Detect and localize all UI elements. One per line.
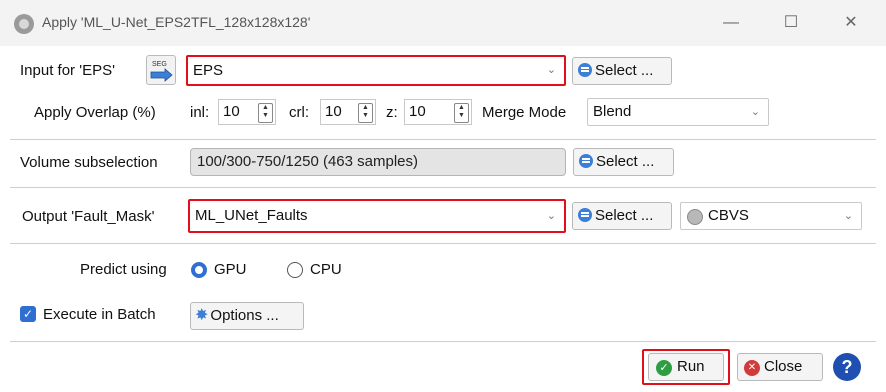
divider (10, 341, 876, 342)
z-value: 10 (409, 103, 426, 120)
options-gear-icon: ✸ (195, 307, 209, 324)
select-icon (578, 208, 592, 223)
seg-arrow-icon[interactable]: SEG (146, 55, 176, 85)
batch-checkbox[interactable]: ✓ (20, 306, 36, 322)
chevron-down-icon: ⌄ (750, 106, 760, 118)
spin-arrows-icon[interactable]: ▲ ▼ (358, 103, 373, 123)
spin-arrows-icon[interactable]: ▲ ▼ (454, 103, 469, 123)
batch-options-button[interactable]: ✸ Options ... (190, 302, 304, 330)
divider (10, 187, 876, 188)
select-icon (579, 154, 593, 169)
run-check-icon: ✓ (656, 360, 672, 376)
output-select-button[interactable]: Select ... (572, 202, 672, 230)
crl-spinbox[interactable]: 10 ▲ ▼ (320, 99, 376, 125)
z-spinbox[interactable]: 10 ▲ ▼ (404, 99, 472, 125)
maximize-button[interactable]: ☐ (776, 13, 806, 33)
cbvs-icon (687, 209, 703, 225)
output-format-value: CBVS (708, 207, 749, 224)
app-icon (14, 14, 34, 34)
window-title: Apply 'ML_U-Net_EPS2TFL_128x128x128' (42, 14, 311, 30)
divider (10, 139, 876, 140)
minimize-button[interactable]: — (716, 13, 746, 33)
volume-select-button[interactable]: Select ... (573, 148, 674, 176)
volume-value-field: 100/300-750/1250 (463 samples) (190, 148, 566, 176)
gpu-option-label[interactable]: GPU (214, 261, 247, 278)
cpu-radio[interactable] (287, 262, 303, 278)
z-label: z: (386, 104, 398, 121)
output-value: ML_UNet_Faults (195, 207, 308, 224)
inl-value: 10 (223, 103, 240, 120)
divider (10, 243, 876, 244)
batch-label[interactable]: Execute in Batch (43, 306, 156, 323)
select-icon (578, 63, 592, 78)
crl-label: crl: (289, 104, 309, 121)
volume-label: Volume subselection (20, 154, 158, 171)
close-x-icon: ✕ (744, 360, 760, 376)
cpu-option-label[interactable]: CPU (310, 261, 342, 278)
crl-value: 10 (325, 103, 342, 120)
input-value: EPS (193, 62, 224, 79)
merge-mode-label: Merge Mode (482, 104, 567, 121)
output-combo[interactable]: ML_UNet_Faults ⌄ (188, 199, 566, 233)
help-icon[interactable]: ? (833, 353, 861, 381)
overlap-label: Apply Overlap (%) (34, 104, 156, 121)
chevron-down-icon: ⌄ (546, 64, 556, 76)
close-button[interactable]: ✕ Close (737, 353, 823, 381)
spin-arrows-icon[interactable]: ▲ ▼ (258, 103, 273, 123)
svg-text:SEG: SEG (152, 61, 167, 68)
chevron-down-icon: ⌄ (843, 210, 853, 222)
output-label: Output 'Fault_Mask' (22, 208, 155, 225)
inl-label: inl: (190, 104, 210, 121)
inl-spinbox[interactable]: 10 ▲ ▼ (218, 99, 276, 125)
input-label: Input for 'EPS' (20, 62, 115, 79)
output-format-combo[interactable]: CBVS ⌄ (680, 202, 862, 230)
run-button[interactable]: ✓ Run (648, 353, 724, 381)
input-combo[interactable]: EPS ⌄ (186, 55, 566, 86)
merge-mode-combo[interactable]: Blend ⌄ (587, 98, 769, 126)
merge-mode-value: Blend (593, 103, 632, 120)
gpu-radio[interactable] (191, 262, 207, 278)
predict-label: Predict using (80, 261, 167, 278)
chevron-down-icon: ⌄ (546, 210, 556, 222)
close-window-button[interactable]: ✕ (836, 13, 866, 33)
input-select-button[interactable]: Select ... (572, 57, 672, 85)
